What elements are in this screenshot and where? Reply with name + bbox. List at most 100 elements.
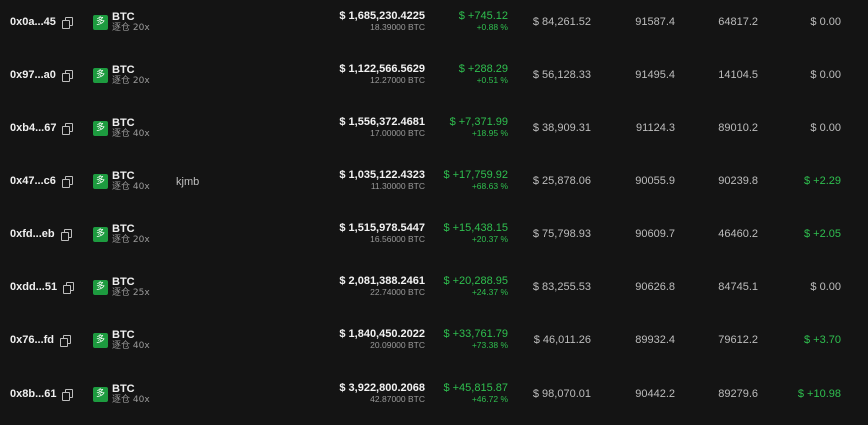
positions-table: 0x0a...45 多 BTC 逐仓 20x $ 1,685,230.4225 … xyxy=(0,0,868,419)
leverage-label: 逐仓 40x xyxy=(112,129,150,139)
table-row: 0x47...c6 多 BTC 逐仓 40x kjmb $ 1,035,122.… xyxy=(0,159,868,212)
wallet-address[interactable]: 0xfd...eb xyxy=(10,228,72,241)
position-value: $ 1,685,230.4225 xyxy=(339,10,425,22)
copy-icon[interactable] xyxy=(61,16,73,29)
copy-icon[interactable] xyxy=(61,175,73,188)
funding-value: $ 0.00 xyxy=(810,122,841,134)
position-value-cell: $ 3,922,800.2068 42.87000 BTC xyxy=(339,382,425,405)
mark-price: 91124.3 xyxy=(636,122,675,134)
position-size: 16.56000 BTC xyxy=(370,234,425,244)
wallet-address-text[interactable]: 0xfd...eb xyxy=(10,228,55,240)
position-size: 18.39000 BTC xyxy=(370,22,425,32)
liquidation-price: 89279.6 xyxy=(718,388,758,400)
entry-price: $ 75,798.93 xyxy=(532,228,591,240)
wallet-address-text[interactable]: 0x8b...61 xyxy=(10,388,56,400)
copy-icon[interactable] xyxy=(60,228,72,241)
coin-cell: BTC 逐仓 40x xyxy=(112,170,150,193)
long-badge: 多 xyxy=(93,280,108,295)
wallet-address-text[interactable]: 0xb4...67 xyxy=(10,122,56,134)
position-value-cell: $ 1,556,372.4681 17.00000 BTC xyxy=(339,116,425,139)
pnl-percent: +24.37 % xyxy=(471,287,508,297)
coin-cell: BTC 逐仓 40x xyxy=(112,329,150,352)
entry-price: $ 84,261.52 xyxy=(532,16,591,28)
entry-price: $ 98,070.01 xyxy=(532,388,591,400)
position-size: 12.27000 BTC xyxy=(370,75,425,85)
leverage-label: 逐仓 40x xyxy=(112,182,150,192)
liquidation-price: 79612.2 xyxy=(718,334,758,346)
wallet-address-text[interactable]: 0xdd...51 xyxy=(10,281,57,293)
pnl-cell: $ +7,371.99 +18.95 % xyxy=(450,116,508,139)
position-size: 22.74000 BTC xyxy=(370,287,425,297)
coin-symbol: BTC xyxy=(112,117,135,129)
coin-cell: BTC 逐仓 40x xyxy=(112,383,150,406)
entry-price: $ 25,878.06 xyxy=(532,175,591,187)
position-value-cell: $ 2,081,388.2461 22.74000 BTC xyxy=(339,275,425,298)
entry-price: $ 56,128.33 xyxy=(532,69,591,81)
leverage-label: 逐仓 40x xyxy=(112,395,150,405)
pnl-cell: $ +17,759.92 +68.63 % xyxy=(443,169,508,192)
leverage-label: 逐仓 20x xyxy=(112,235,150,245)
position-value: $ 1,035,122.4323 xyxy=(339,169,425,181)
copy-icon[interactable] xyxy=(62,122,74,135)
coin-symbol: BTC xyxy=(112,170,135,182)
wallet-address-text[interactable]: 0x97...a0 xyxy=(10,69,56,81)
liquidation-price: 89010.2 xyxy=(718,122,758,134)
funding-value: $ +2.05 xyxy=(803,228,841,240)
wallet-address[interactable]: 0x8b...61 xyxy=(10,388,74,401)
position-value: $ 3,922,800.2068 xyxy=(339,382,425,394)
entry-price: $ 38,909.31 xyxy=(532,122,591,134)
long-badge: 多 xyxy=(93,121,108,136)
pnl-percent: +68.63 % xyxy=(471,181,508,191)
liquidation-price: 90239.8 xyxy=(718,175,758,187)
position-value: $ 2,081,388.2461 xyxy=(339,275,425,287)
pnl-cell: $ +45,815.87 +46.72 % xyxy=(443,382,508,405)
mark-price: 90626.8 xyxy=(635,281,675,293)
leverage-label: 逐仓 20x xyxy=(112,23,150,33)
wallet-address[interactable]: 0x97...a0 xyxy=(10,69,73,82)
long-badge: 多 xyxy=(93,174,108,189)
unrealized-pnl: $ +45,815.87 xyxy=(443,382,508,394)
leverage-label: 逐仓 25x xyxy=(112,288,150,298)
coin-symbol: BTC xyxy=(112,64,135,76)
table-row: 0x76...fd 多 BTC 逐仓 40x $ 1,840,450.2022 … xyxy=(0,318,868,371)
mark-price: 91495.4 xyxy=(635,69,675,81)
leverage-label: 逐仓 20x xyxy=(112,76,150,86)
funding-value: $ 0.00 xyxy=(810,16,841,28)
long-badge: 多 xyxy=(93,333,108,348)
position-size: 20.09000 BTC xyxy=(370,340,425,350)
mark-price: 89932.4 xyxy=(635,334,675,346)
position-value-cell: $ 1,122,566.5629 12.27000 BTC xyxy=(339,63,425,86)
funding-value: $ 0.00 xyxy=(810,69,841,81)
unrealized-pnl: $ +33,761.79 xyxy=(443,328,508,340)
long-badge: 多 xyxy=(93,387,108,402)
liquidation-price: 84745.1 xyxy=(718,281,758,293)
position-value: $ 1,556,372.4681 xyxy=(339,116,425,128)
copy-icon[interactable] xyxy=(62,388,74,401)
wallet-address-text[interactable]: 0x47...c6 xyxy=(10,175,56,187)
pnl-percent: +46.72 % xyxy=(471,394,508,404)
copy-icon[interactable] xyxy=(61,69,73,82)
coin-cell: BTC 逐仓 40x xyxy=(112,117,150,140)
wallet-address-text[interactable]: 0x0a...45 xyxy=(10,16,56,28)
copy-icon[interactable] xyxy=(63,281,75,294)
wallet-address[interactable]: 0x76...fd xyxy=(10,334,72,347)
funding-value: $ +2.29 xyxy=(803,175,841,187)
copy-icon[interactable] xyxy=(60,334,72,347)
wallet-address-text[interactable]: 0x76...fd xyxy=(10,334,54,346)
table-row: 0x97...a0 多 BTC 逐仓 20x $ 1,122,566.5629 … xyxy=(0,53,868,106)
pnl-percent: +0.88 % xyxy=(476,22,508,32)
leverage-label: 逐仓 40x xyxy=(112,341,150,351)
wallet-note: kjmb xyxy=(176,176,200,188)
pnl-percent: +73.38 % xyxy=(471,340,508,350)
coin-symbol: BTC xyxy=(112,383,135,395)
wallet-address[interactable]: 0x0a...45 xyxy=(10,16,73,29)
funding-value: $ 0.00 xyxy=(810,281,841,293)
pnl-percent: +0.51 % xyxy=(476,75,508,85)
wallet-address[interactable]: 0xdd...51 xyxy=(10,281,75,294)
table-row: 0xfd...eb 多 BTC 逐仓 20x $ 1,515,978.5447 … xyxy=(0,212,868,265)
long-badge: 多 xyxy=(93,227,108,242)
wallet-address[interactable]: 0xb4...67 xyxy=(10,122,74,135)
pnl-cell: $ +288.29 +0.51 % xyxy=(459,63,508,86)
wallet-address[interactable]: 0x47...c6 xyxy=(10,175,73,188)
long-badge: 多 xyxy=(93,15,108,30)
